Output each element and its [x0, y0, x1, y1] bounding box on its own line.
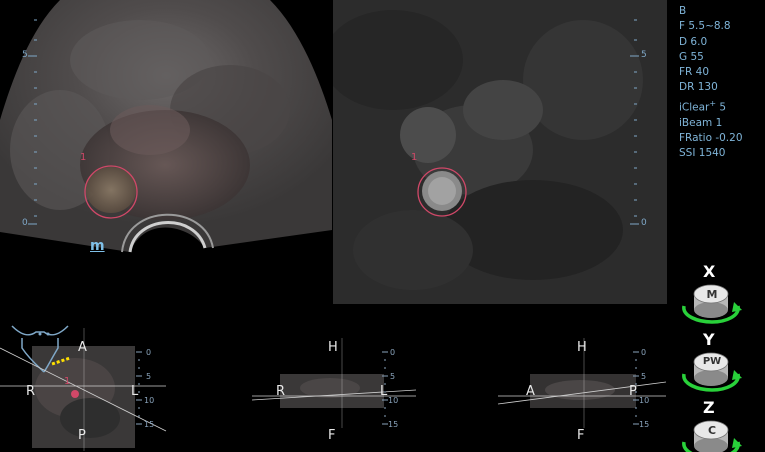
param-ssi: SSI 1540: [679, 147, 726, 160]
knob-x[interactable]: X M: [678, 262, 744, 324]
knob-y-axis-label: Y: [703, 330, 715, 349]
tick-10: 10: [144, 396, 155, 405]
mini-view-sagittal[interactable]: H F A P 0 5 10 15: [490, 308, 670, 451]
orient-bottom: P: [78, 428, 86, 443]
tick-5: 5: [390, 372, 396, 381]
param-frequency: F 5.5~8.8: [679, 20, 731, 33]
depth-label-5: 5: [22, 50, 28, 60]
orient-right: L: [131, 384, 139, 399]
orient-bottom: F: [577, 428, 585, 443]
tick-5: 5: [641, 372, 647, 381]
orient-top: A: [78, 340, 87, 355]
knob-x-label: M: [706, 288, 718, 301]
depth-label-5-right: 5: [641, 50, 647, 60]
marker-m[interactable]: m: [90, 238, 105, 254]
param-dynamic-range: DR 130: [679, 81, 718, 94]
knob-y-label: PW: [702, 356, 722, 367]
mini-view-coronal-image: [251, 338, 417, 428]
left-ultrasound-image: [0, 0, 332, 253]
mini-view-coronal[interactable]: H F R L 0 5 10 15: [240, 308, 440, 451]
orient-left: R: [26, 384, 36, 399]
param-iclear: iClear+ 5: [679, 98, 727, 114]
depth-label-0-right: 0: [641, 218, 647, 228]
depth-label-0: 0: [22, 218, 28, 228]
param-mode: B: [679, 5, 687, 17]
knob-z-label: C: [707, 424, 717, 437]
tick-0: 0: [146, 348, 152, 357]
tick-5: 5: [146, 372, 152, 381]
roi-label-mini: 1: [64, 376, 71, 387]
knob-x-axis-label: X: [703, 262, 716, 281]
orient-right: P: [629, 384, 637, 399]
param-frame-rate: FR 40: [679, 66, 710, 79]
param-ibeam: iBeam 1: [679, 116, 723, 129]
tick-10: 10: [639, 396, 650, 405]
orient-left: R: [276, 384, 286, 399]
tick-15: 15: [388, 420, 399, 429]
left-ultrasound-view[interactable]: 5 0 1 m: [0, 0, 332, 304]
mini-view-axial[interactable]: A P R L 1 0 5 10 15: [0, 308, 200, 451]
orient-top: H: [577, 340, 587, 355]
tick-0: 0: [641, 348, 647, 357]
tick-0: 0: [390, 348, 396, 357]
orient-left: A: [526, 384, 535, 399]
knob-z-axis-label: Z: [703, 398, 715, 417]
rotate-knob-icon: [682, 284, 742, 324]
orient-right: L: [380, 384, 388, 399]
param-fratio: FRatio -0.20: [679, 131, 743, 144]
tick-15: 15: [144, 420, 155, 429]
orient-top: H: [328, 340, 338, 355]
roi-label-left: 1: [80, 152, 87, 163]
roi-label-right: 1: [411, 152, 418, 163]
tick-10: 10: [388, 396, 399, 405]
param-gain: G 55: [679, 50, 704, 63]
roi-marker-mini[interactable]: [71, 390, 79, 398]
param-depth: D 6.0: [679, 35, 708, 48]
tick-15: 15: [639, 420, 650, 429]
rotate-knob-icon: [682, 352, 742, 392]
mini-view-axial-image: [0, 325, 167, 451]
imaging-parameters: B F 5.5~8.8 D 6.0 G 55 FR 40 DR 130 iCle…: [679, 4, 743, 161]
right-ultrasound-image: [333, 0, 667, 304]
knob-y[interactable]: Y PW: [678, 330, 744, 392]
right-ultrasound-view[interactable]: 5 0 1: [333, 0, 667, 304]
knob-z[interactable]: Z C: [678, 398, 744, 452]
orient-bottom: F: [328, 428, 336, 443]
